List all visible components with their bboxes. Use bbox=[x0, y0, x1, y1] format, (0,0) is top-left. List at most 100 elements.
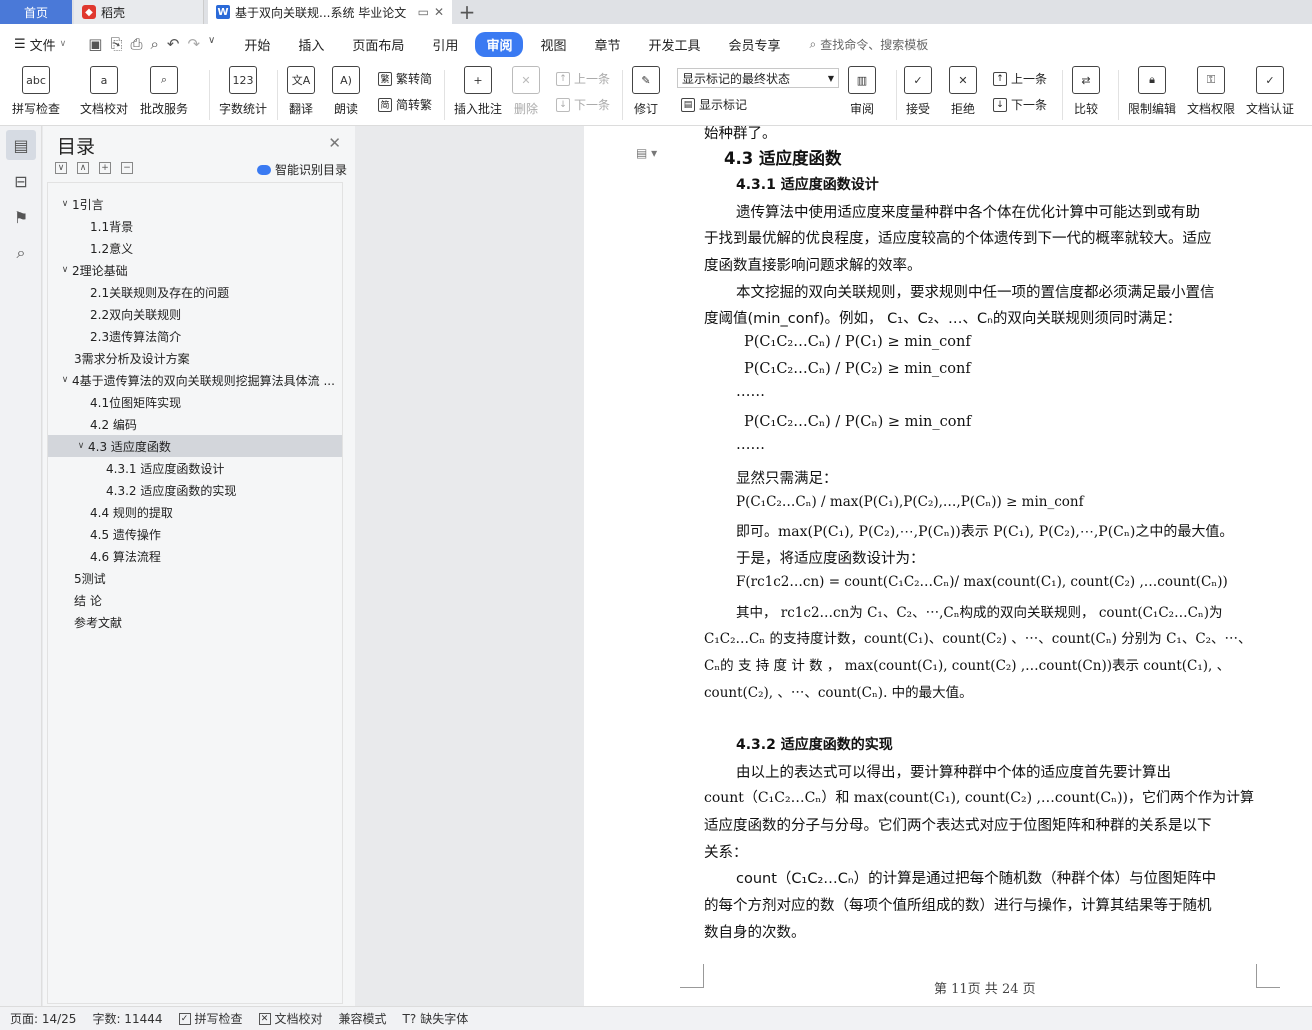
tab-document[interactable]: W 基于双向关联规...系统 毕业论文 ▭ ✕ bbox=[208, 0, 452, 24]
tab-chapter[interactable]: 章节 bbox=[583, 32, 631, 57]
smart-toc-button[interactable]: 智能识别目录 bbox=[256, 161, 347, 178]
toc-item[interactable]: 结 论 bbox=[48, 589, 342, 611]
toc-item[interactable]: 4.1位图矩阵实现 bbox=[48, 391, 342, 413]
reject-button[interactable]: ✕ 拒绝 bbox=[949, 66, 977, 117]
toc-item[interactable]: 4.4 规则的提取 bbox=[48, 501, 342, 523]
translate-button[interactable]: 文A 翻译 bbox=[287, 66, 315, 117]
chevron-down-icon[interactable]: ∨ bbox=[58, 265, 72, 275]
toc-item[interactable]: ∨ 2理论基础 bbox=[48, 259, 342, 281]
trad-to-simp-button[interactable]: 繁繁转简 bbox=[378, 70, 432, 87]
document-page[interactable]: ▤ ▾ 始种群了。 4.3 适应度函数 4.3.1 适应度函数设计 遗传算法中使… bbox=[584, 126, 1312, 1006]
simp-to-trad-button[interactable]: 简简转繁 bbox=[378, 96, 432, 113]
toc-item-label: 4.5 遗传操作 bbox=[90, 527, 161, 542]
nav-pane-icon[interactable]: ⊟ bbox=[6, 166, 36, 196]
tab-home[interactable]: 首页 bbox=[0, 0, 72, 24]
tab-view[interactable]: 视图 bbox=[529, 32, 577, 57]
toc-item[interactable]: 5测试 bbox=[48, 567, 342, 589]
document-canvas[interactable]: ▤ ▾ 始种群了。 4.3 适应度函数 4.3.1 适应度函数设计 遗传算法中使… bbox=[356, 126, 1312, 1006]
prev-comment-button[interactable]: ↑ 上一条 bbox=[556, 70, 610, 87]
save-icon[interactable]: ▣ bbox=[88, 35, 102, 53]
toc-item-label: 1.2意义 bbox=[90, 241, 134, 256]
next-comment-button[interactable]: ↓ 下一条 bbox=[556, 96, 610, 113]
track-changes-button[interactable]: ✎ 修订 bbox=[632, 66, 660, 117]
doc-proof-button[interactable]: a 文档校对 bbox=[80, 66, 128, 117]
insert-comment-button[interactable]: + 插入批注 bbox=[454, 66, 502, 117]
toc-item[interactable]: 2.1关联规则及存在的问题 bbox=[48, 281, 342, 303]
read-aloud-button[interactable]: A) 朗读 bbox=[332, 66, 360, 117]
next-change-icon: ↓ bbox=[993, 97, 1007, 112]
quick-access-toolbar: ▣ ⎘ ⎙ ⌕ ↶ ↷ ∨ bbox=[88, 35, 215, 53]
chevron-down-icon[interactable]: ∨ bbox=[58, 199, 72, 209]
tab-references[interactable]: 引用 bbox=[421, 32, 469, 57]
bookmark-icon[interactable]: ⚑ bbox=[6, 202, 36, 232]
chevron-down-icon[interactable]: ∨ bbox=[58, 375, 72, 385]
toc-item-label: 2.1关联规则及存在的问题 bbox=[90, 285, 230, 300]
expand-all-icon[interactable]: ∧ bbox=[77, 162, 89, 174]
toc-item[interactable]: 1.1背景 bbox=[48, 215, 342, 237]
ellipsis-line: …… bbox=[736, 437, 765, 453]
review-pane-button[interactable]: ▥ 审阅 bbox=[848, 66, 876, 117]
toc-item[interactable]: ∨ 1引言 bbox=[48, 193, 342, 215]
tab-member[interactable]: 会员专享 bbox=[718, 32, 792, 57]
page-indicator[interactable]: 页面: 14/25 bbox=[10, 1010, 76, 1027]
prev-change-button[interactable]: ↑ 上一条 bbox=[993, 70, 1047, 87]
undo-icon[interactable]: ↶ bbox=[167, 35, 180, 53]
toc-item[interactable]: 3需求分析及设计方案 bbox=[48, 347, 342, 369]
compare-button[interactable]: ⇄ 比较 bbox=[1072, 66, 1100, 117]
export-icon[interactable]: ⎘ bbox=[110, 35, 122, 53]
word-count-indicator[interactable]: 字数: 11444 bbox=[92, 1010, 162, 1027]
close-icon[interactable]: ✕ bbox=[328, 134, 341, 152]
toc-item[interactable]: 4.3.1 适应度函数设计 bbox=[48, 457, 342, 479]
toc-item[interactable]: 4.2 编码 bbox=[48, 413, 342, 435]
tab-start[interactable]: 开始 bbox=[233, 32, 281, 57]
doc-certify-button[interactable]: ✓ 文档认证 bbox=[1246, 66, 1294, 117]
remove-heading-icon[interactable]: − bbox=[121, 162, 133, 174]
delete-comment-button[interactable]: ✕ 删除 bbox=[512, 66, 540, 117]
toc-item-active[interactable]: ∨ 4.3 适应度函数 bbox=[48, 435, 342, 457]
next-comment-label: 下一条 bbox=[574, 98, 611, 112]
revise-service-button[interactable]: ⌕ 批改服务 bbox=[140, 66, 188, 117]
toc-item[interactable]: 参考文献 bbox=[48, 611, 342, 633]
markup-display-select[interactable]: 显示标记的最终状态 ▼ bbox=[677, 68, 839, 88]
accept-button[interactable]: ✓ 接受 bbox=[904, 66, 932, 117]
tab-insert[interactable]: 插入 bbox=[287, 32, 335, 57]
doc-rights-button[interactable]: ⚿ 文档权限 bbox=[1187, 66, 1235, 117]
new-tab-button[interactable]: + bbox=[452, 0, 482, 24]
toc-item[interactable]: 4.5 遗传操作 bbox=[48, 523, 342, 545]
print-preview-icon[interactable]: ⌕ bbox=[150, 35, 158, 53]
print-icon[interactable]: ⎙ bbox=[130, 35, 142, 53]
writer-doc-icon: W bbox=[216, 5, 230, 19]
status-spell-check[interactable]: ✓ 拼写检查 bbox=[178, 1010, 243, 1027]
redo-icon[interactable]: ↷ bbox=[187, 35, 200, 53]
next-change-button[interactable]: ↓ 下一条 bbox=[993, 96, 1047, 113]
toc-item[interactable]: 4.3.2 适应度函数的实现 bbox=[48, 479, 342, 501]
toc-item[interactable]: ∨ 4基于遗传算法的双向关联规则挖掘算法具体流 ... bbox=[48, 369, 342, 391]
tab-review[interactable]: 审阅 bbox=[475, 31, 524, 57]
show-markup-button[interactable]: ▤ 显示标记 bbox=[681, 96, 747, 113]
close-tab-icon[interactable]: ✕ bbox=[434, 5, 444, 19]
toc-panel-icon[interactable]: ▤ bbox=[6, 130, 36, 160]
toc-item[interactable]: 2.2双向关联规则 bbox=[48, 303, 342, 325]
ribbon-divider bbox=[1062, 70, 1063, 120]
file-menu[interactable]: ☰ 文件 ∨ bbox=[14, 35, 66, 54]
paragraph-menu-icon[interactable]: ▤ ▾ bbox=[636, 146, 657, 160]
toc-item[interactable]: 2.3遗传算法简介 bbox=[48, 325, 342, 347]
restrict-edit-button[interactable]: 🔒︎ 限制编辑 bbox=[1128, 66, 1176, 117]
compat-mode-indicator: 兼容模式 bbox=[338, 1012, 387, 1026]
monitor-icon[interactable]: ▭ bbox=[418, 5, 429, 19]
toc-item[interactable]: 1.2意义 bbox=[48, 237, 342, 259]
spell-check-button[interactable]: abc 拼写检查 bbox=[12, 66, 60, 117]
missing-font-button[interactable]: T? 缺失字体 bbox=[403, 1010, 469, 1027]
word-count-button[interactable]: 123 字数统计 bbox=[219, 66, 267, 117]
tab-developer[interactable]: 开发工具 bbox=[637, 32, 711, 57]
tab-daoke[interactable]: ◆ 稻壳 bbox=[74, 0, 204, 24]
more-chevron-icon[interactable]: ∨ bbox=[208, 35, 215, 53]
search-icon[interactable]: ⌕ bbox=[6, 238, 36, 268]
chevron-down-icon[interactable]: ∨ bbox=[74, 441, 88, 451]
toc-item[interactable]: 4.6 算法流程 bbox=[48, 545, 342, 567]
status-doc-proof[interactable]: ✕ 文档校对 bbox=[258, 1010, 323, 1027]
tab-page-layout[interactable]: 页面布局 bbox=[341, 32, 415, 57]
command-search[interactable]: ⌕ 查找命令、搜索模板 bbox=[810, 36, 929, 53]
collapse-all-icon[interactable]: ∨ bbox=[55, 162, 67, 174]
add-heading-icon[interactable]: + bbox=[99, 162, 111, 174]
